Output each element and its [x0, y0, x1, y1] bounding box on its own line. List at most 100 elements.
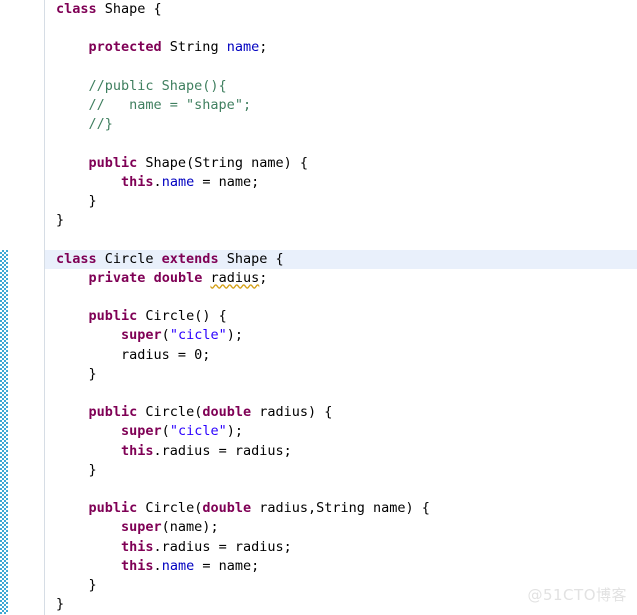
token-pln: [56, 78, 89, 94]
token-pln: }: [56, 596, 65, 613]
code-line[interactable]: 22: [0, 134, 637, 153]
token-kw: private: [88, 269, 146, 286]
code-line[interactable]: 16: [0, 19, 637, 38]
token-str: "cicle": [169, 423, 227, 440]
code-text[interactable]: this.name = name;: [56, 557, 259, 576]
token-pln: Shape {: [218, 250, 284, 267]
code-line[interactable]: 36 public Circle(double radius) {: [0, 403, 637, 422]
token-pln: ;: [259, 39, 268, 56]
code-text[interactable]: super("cicle");: [56, 422, 243, 441]
code-text[interactable]: class Shape {: [56, 0, 162, 19]
code-text[interactable]: }: [56, 192, 97, 211]
token-pln: [145, 270, 153, 286]
token-pln: (name);: [161, 519, 219, 536]
code-line[interactable]: 28class Circle extends Shape {: [0, 249, 637, 269]
code-line[interactable]: 19 //public Shape(){: [0, 77, 637, 96]
token-pln: Circle(: [137, 404, 203, 421]
code-text[interactable]: private double radius;: [56, 269, 268, 288]
code-text[interactable]: protected String name;: [56, 38, 268, 57]
code-text[interactable]: this.name = name;: [56, 173, 259, 192]
token-pln: (: [161, 327, 170, 344]
token-pln: [56, 116, 89, 132]
code-text[interactable]: // name = "shape";: [56, 96, 252, 115]
code-line[interactable]: 17 protected String name;: [0, 38, 637, 57]
code-text[interactable]: this.radius = radius;: [56, 442, 292, 461]
token-pln: [56, 404, 89, 420]
code-line[interactable]: 38 this.radius = radius;: [0, 442, 637, 461]
code-line[interactable]: 29 private double radius;: [0, 269, 637, 288]
token-kw: public: [88, 308, 138, 325]
token-kw: public: [88, 500, 138, 517]
token-pln: [56, 519, 121, 535]
code-line[interactable]: 41 public Circle(double radius,String na…: [0, 499, 637, 518]
token-pln: [56, 327, 121, 343]
code-line[interactable]: 21 //}: [0, 115, 637, 134]
code-text[interactable]: this.radius = radius;: [56, 538, 292, 557]
code-text[interactable]: super("cicle");: [56, 326, 243, 345]
token-kw: class: [56, 1, 97, 17]
token-fld: name: [226, 39, 260, 56]
token-pln: Shape {: [96, 1, 162, 17]
token-pln: Circle() {: [137, 308, 227, 325]
code-line[interactable]: 30: [0, 288, 637, 307]
code-text[interactable]: class Circle extends Shape {: [56, 250, 284, 269]
code-text[interactable]: }: [56, 461, 97, 480]
code-text[interactable]: //}: [56, 115, 113, 134]
code-line[interactable]: 39 }: [0, 461, 637, 480]
line-number-gutter: [0, 0, 45, 615]
token-pln: radius) {: [251, 404, 333, 421]
code-line[interactable]: 20 // name = "shape";: [0, 96, 637, 115]
code-text[interactable]: //public Shape(){: [56, 77, 227, 96]
token-pln: ;: [259, 269, 268, 286]
token-pln: Shape(String name) {: [137, 154, 308, 171]
code-text[interactable]: }: [56, 211, 64, 230]
token-cmt: //public Shape(){: [88, 77, 227, 94]
token-pln: (: [161, 423, 170, 440]
token-pln: [56, 443, 121, 459]
token-pln: [56, 97, 89, 113]
token-kw: this: [121, 557, 154, 574]
token-kw: super: [121, 423, 162, 440]
code-text[interactable]: public Shape(String name) {: [56, 154, 308, 173]
token-pln: .: [153, 557, 162, 574]
token-sq: radius: [210, 269, 260, 286]
code-text[interactable]: public Circle(double radius,String name)…: [56, 499, 430, 518]
code-line[interactable]: 35: [0, 384, 637, 403]
code-line[interactable]: 43 this.radius = radius;: [0, 538, 637, 557]
code-line[interactable]: 32 super("cicle");: [0, 326, 637, 345]
code-line[interactable]: 40: [0, 480, 637, 499]
code-text[interactable]: public Circle(double radius) {: [56, 403, 333, 422]
token-cmt: // name = "shape";: [88, 97, 252, 113]
code-text[interactable]: }: [56, 365, 97, 384]
token-pln: }: [56, 461, 97, 478]
code-line[interactable]: 34 }: [0, 365, 637, 384]
code-line[interactable]: 37 super("cicle");: [0, 422, 637, 441]
token-pln: }: [56, 212, 65, 229]
token-pln: [56, 39, 89, 55]
code-line[interactable]: 31 public Circle() {: [0, 307, 637, 326]
code-text[interactable]: public Circle() {: [56, 307, 227, 326]
code-line[interactable]: 42 super(name);: [0, 518, 637, 537]
gutter-separator: [44, 0, 45, 615]
token-pln: .radius = radius;: [153, 442, 292, 459]
token-pln: = name;: [194, 557, 260, 574]
code-line[interactable]: 44 this.name = name;: [0, 557, 637, 576]
token-pln: .: [153, 173, 162, 190]
token-pln: }: [56, 193, 97, 209]
code-line[interactable]: 26}: [0, 211, 637, 230]
code-line[interactable]: 25 }: [0, 192, 637, 211]
code-line[interactable]: 33 radius = 0;: [0, 346, 637, 365]
token-kw: this: [121, 173, 154, 190]
token-pln: [56, 155, 89, 171]
token-pln: [56, 539, 121, 555]
code-text[interactable]: }: [56, 576, 97, 595]
code-editor[interactable]: 15class Shape {1617 protected String nam…: [0, 0, 637, 615]
code-text[interactable]: }: [56, 595, 64, 614]
code-line[interactable]: 24 this.name = name;: [0, 173, 637, 192]
code-text[interactable]: super(name);: [56, 518, 219, 537]
code-line[interactable]: 23 public Shape(String name) {: [0, 154, 637, 173]
code-text[interactable]: radius = 0;: [56, 346, 210, 365]
code-line[interactable]: 27: [0, 230, 637, 249]
code-line[interactable]: 18: [0, 58, 637, 77]
code-line[interactable]: 15class Shape {: [0, 0, 637, 19]
